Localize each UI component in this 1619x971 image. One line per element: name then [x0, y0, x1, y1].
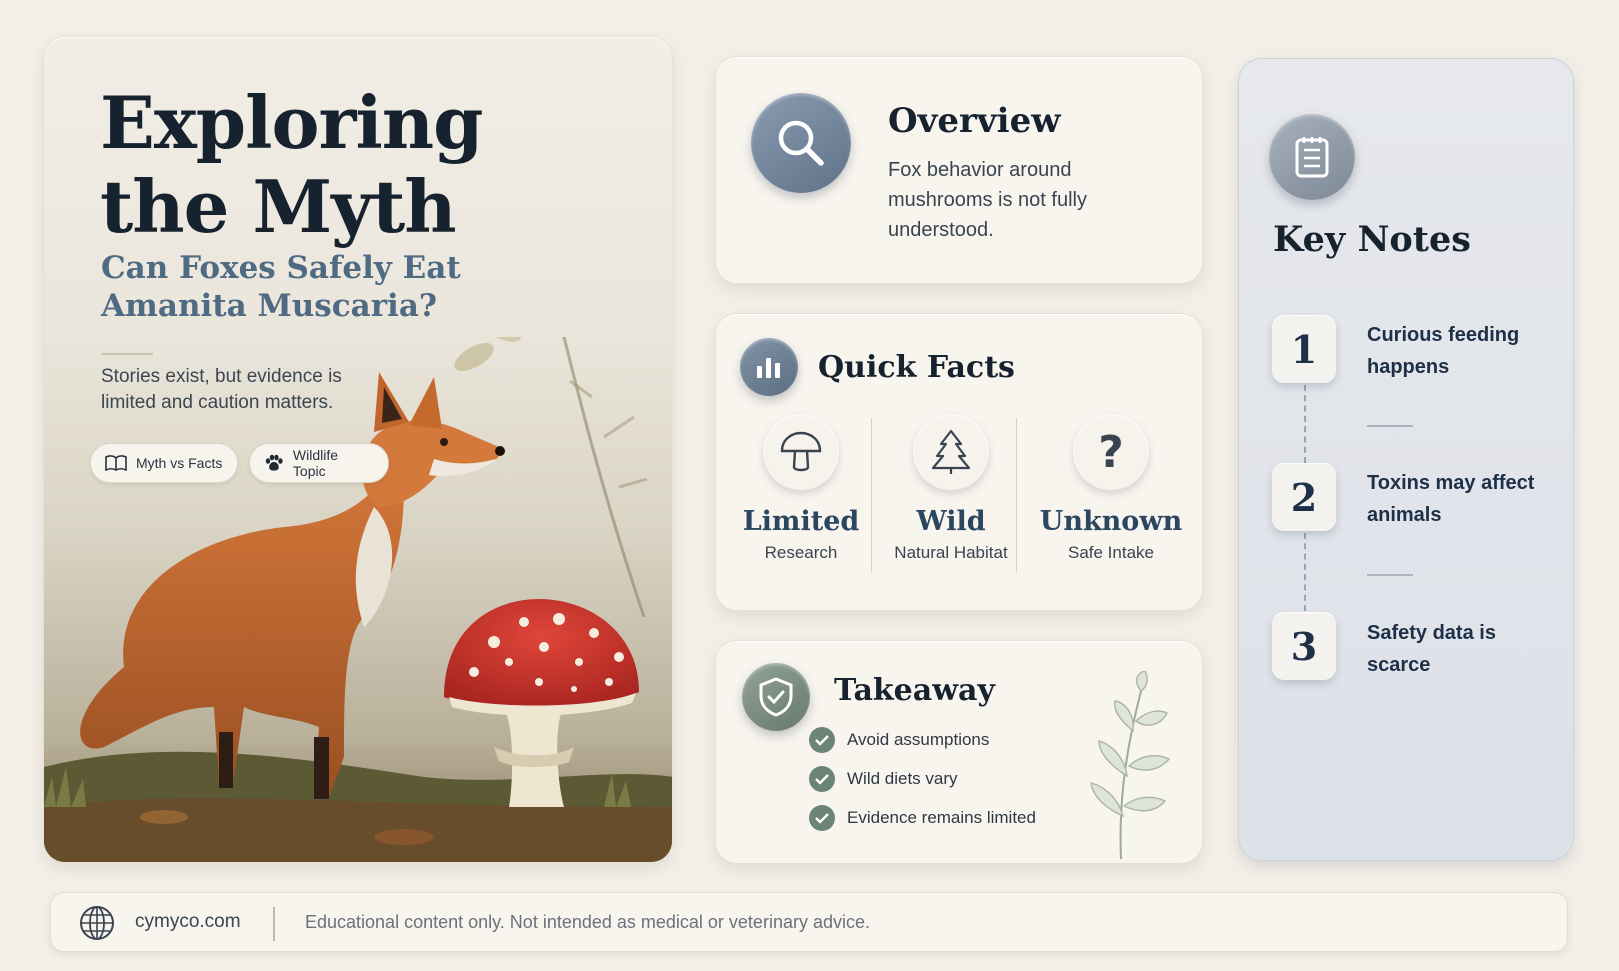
takeaway-text: Wild diets vary	[847, 769, 958, 788]
note-number-badge: 3	[1272, 612, 1336, 680]
page-subtitle: Can Foxes Safely Eat Amanita Muscaria?	[101, 250, 461, 324]
takeaway-item: Evidence remains limited	[809, 805, 1036, 831]
note-text: Curious feeding happens	[1367, 324, 1520, 378]
fact-label: Natural Habitat	[894, 543, 1008, 562]
hero-card: Exploring the Myth Can Foxes Safely Eat …	[43, 36, 673, 863]
takeaway-card: Takeaway Avoid assumptions Wild diets va…	[715, 640, 1203, 864]
notepad-icon	[1269, 114, 1355, 200]
divider	[1367, 574, 1413, 576]
site-link[interactable]: cymyco.com	[135, 911, 241, 933]
takeaway-text: Avoid assumptions	[847, 730, 990, 749]
fact-item: Limited Research	[726, 414, 876, 563]
fact-label: Research	[764, 543, 838, 562]
page-title: Exploring the Myth	[100, 80, 484, 249]
check-icon	[809, 727, 835, 753]
globe-icon	[80, 906, 114, 940]
connector-line	[1304, 533, 1306, 611]
paw-icon	[265, 454, 283, 471]
check-icon	[809, 766, 835, 792]
tag-label: Wildlife Topic	[292, 447, 339, 479]
divider	[1016, 418, 1017, 573]
quick-facts-title: Quick Facts	[818, 350, 1015, 385]
takeaway-text: Evidence remains limited	[847, 808, 1036, 827]
book-icon	[105, 455, 127, 471]
quick-facts-card: Quick Facts Limited Research Wild Natura…	[715, 313, 1203, 611]
fact-item: Wild Natural Habitat	[876, 414, 1026, 563]
divider	[101, 353, 153, 355]
key-notes-panel: Key Notes 1 Curious feeding happens 2 To…	[1238, 58, 1574, 861]
mushroom-icon	[763, 414, 839, 490]
disclaimer-text: Educational content only. Not intended a…	[305, 912, 870, 932]
fact-value: Unknown	[1039, 506, 1183, 537]
divider	[1367, 425, 1413, 427]
overview-text: Fox behavior around mushrooms is not ful…	[888, 159, 1087, 241]
fact-value: Wild	[916, 506, 986, 537]
shield-check-icon	[742, 663, 810, 731]
tag-wildlife-topic[interactable]: Wildlife Topic	[249, 443, 389, 483]
note-text: Safety data is scarce	[1367, 622, 1496, 676]
takeaway-title: Takeaway	[834, 673, 995, 708]
footer-bar: cymyco.com Educational content only. Not…	[50, 892, 1568, 952]
takeaway-item: Wild diets vary	[809, 766, 958, 792]
tree-icon	[913, 414, 989, 490]
check-icon	[809, 805, 835, 831]
bar-chart-icon	[740, 338, 798, 396]
connector-line	[1304, 385, 1306, 463]
overview-card: Overview Fox behavior around mushrooms i…	[715, 56, 1203, 284]
search-icon	[751, 93, 851, 193]
note-number-badge: 2	[1272, 463, 1336, 531]
fact-label: Safe Intake	[1067, 543, 1154, 562]
question-icon: ?	[1073, 414, 1149, 490]
overview-title: Overview	[888, 101, 1061, 141]
fact-item: ? Unknown Safe Intake	[1036, 414, 1186, 563]
leaf-decoration-icon	[1090, 671, 1171, 860]
note-number-badge: 1	[1272, 315, 1336, 383]
divider	[871, 418, 872, 573]
tag-label: Myth vs Facts	[136, 455, 223, 471]
key-notes-title: Key Notes	[1273, 219, 1471, 260]
note-text: Toxins may affect animals	[1367, 472, 1535, 526]
divider	[273, 907, 275, 941]
hero-description: Stories exist, but evidence is limited a…	[101, 366, 342, 413]
tag-myth-vs-facts[interactable]: Myth vs Facts	[90, 443, 238, 483]
fact-value: Limited	[742, 506, 860, 537]
takeaway-item: Avoid assumptions	[809, 727, 989, 753]
